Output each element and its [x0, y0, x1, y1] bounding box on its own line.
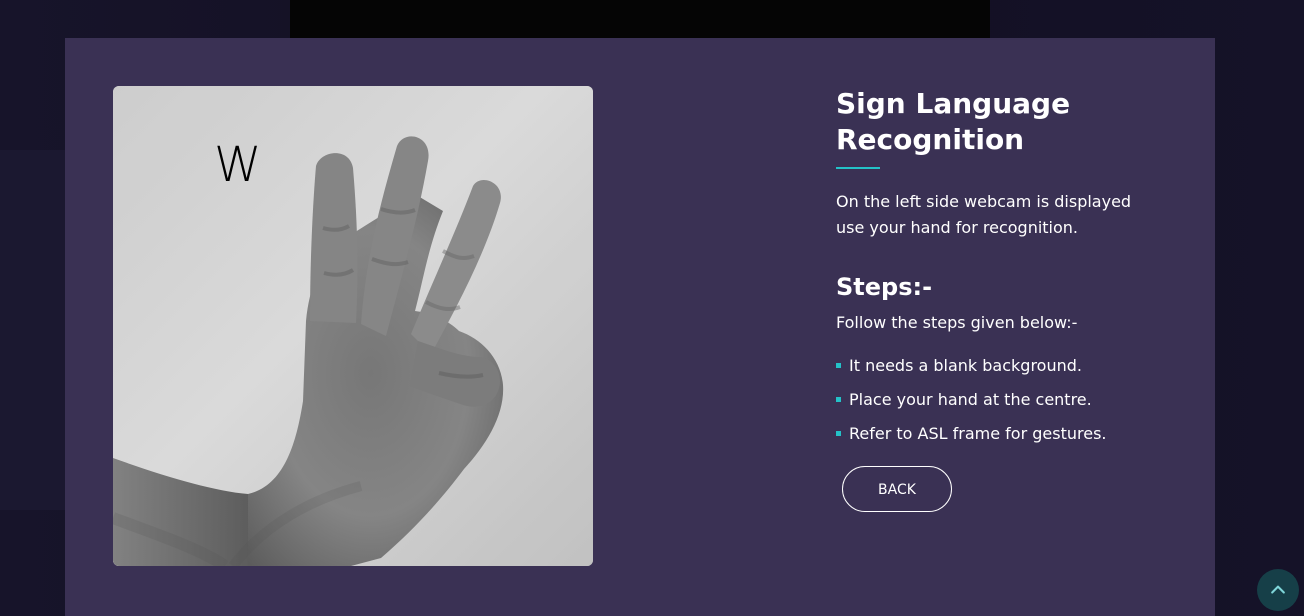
step-text: It needs a blank background.: [849, 356, 1082, 375]
square-bullet-icon: [836, 431, 841, 436]
square-bullet-icon: [836, 363, 841, 368]
title-underline: [836, 167, 880, 169]
back-button[interactable]: BACK: [842, 466, 952, 512]
recognition-panel: W Sign Language Recognition On the left …: [65, 38, 1215, 616]
steps-title: Steps:-: [836, 273, 933, 301]
step-item: It needs a blank background.: [836, 353, 1186, 379]
steps-intro: Follow the steps given below:-: [836, 313, 1078, 332]
page-title: Sign Language Recognition: [836, 87, 1071, 156]
square-bullet-icon: [836, 397, 841, 402]
webcam-image: [113, 86, 593, 566]
left-background-panel: [0, 150, 65, 510]
webcam-feed: W: [113, 86, 593, 566]
detected-letter: W: [214, 137, 261, 193]
top-dark-strip: [290, 0, 990, 40]
step-text: Place your hand at the centre.: [849, 390, 1092, 409]
steps-list: It needs a blank background. Place your …: [836, 353, 1186, 447]
description-text: On the left side webcam is displayed use…: [836, 192, 1132, 237]
step-item: Place your hand at the centre.: [836, 387, 1186, 413]
step-text: Refer to ASL frame for gestures.: [849, 424, 1107, 443]
instructions-content: Sign Language Recognition On the left si…: [836, 86, 1186, 512]
scroll-top-button[interactable]: [1257, 569, 1299, 611]
chevron-up-icon: [1271, 585, 1285, 594]
step-item: Refer to ASL frame for gestures.: [836, 421, 1186, 447]
